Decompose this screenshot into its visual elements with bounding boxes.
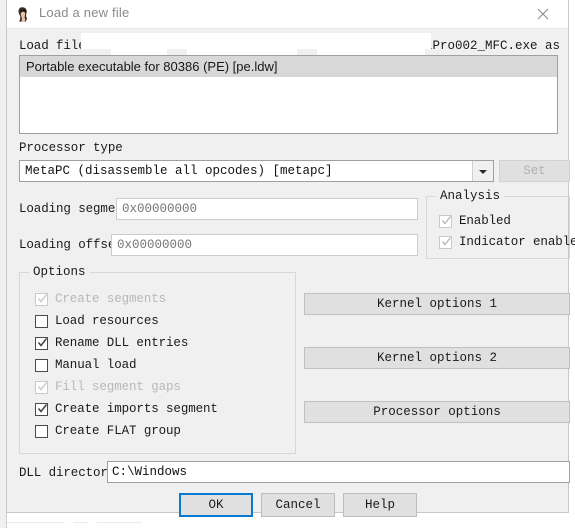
checkbox-label: Create imports segment	[55, 402, 218, 416]
dll-directory-label: DLL directory	[19, 466, 116, 480]
kernel-options-1-button[interactable]: Kernel options 1	[304, 293, 570, 315]
checkbox-box	[35, 380, 48, 394]
checkbox-load-resources[interactable]: Load resources	[35, 314, 159, 328]
list-item[interactable]: Portable executable for 80386 (PE) [pe.l…	[20, 56, 557, 77]
check-icon	[37, 403, 48, 413]
check-icon	[441, 236, 452, 246]
kernel-options-2-button[interactable]: Kernel options 2	[304, 347, 570, 369]
checkbox-label: Load resources	[55, 314, 159, 328]
check-icon	[37, 337, 48, 347]
set-button[interactable]: Set	[499, 160, 570, 182]
checkbox-analysis-indicator-enabled[interactable]: Indicator enabled	[439, 235, 575, 249]
close-icon[interactable]	[522, 0, 566, 27]
check-icon	[37, 293, 48, 303]
processor-type-select[interactable]: MetaPC (disassemble all opcodes) [metapc…	[19, 160, 494, 182]
background-window-text: ________ __ ______	[4, 512, 143, 526]
checkbox-label: Indicator enabled	[459, 235, 575, 249]
checkbox-box	[439, 235, 452, 249]
analysis-group: Analysis Enabled Indicator enabled	[426, 189, 575, 259]
options-group-title: Options	[29, 265, 90, 279]
help-button[interactable]: Help	[343, 493, 417, 517]
cancel-button[interactable]: Cancel	[261, 493, 335, 517]
loading-segment-label: Loading segment	[19, 202, 131, 216]
checkbox-fill-segment-gaps[interactable]: Fill segment gaps	[35, 380, 181, 394]
checkbox-label: Rename DLL entries	[55, 336, 189, 350]
checkbox-box	[35, 358, 48, 372]
checkbox-box	[35, 402, 48, 416]
dll-directory-input[interactable]	[107, 461, 570, 483]
checkbox-manual-load[interactable]: Manual load	[35, 358, 137, 372]
check-icon	[441, 215, 452, 225]
checkbox-box	[35, 292, 48, 306]
load-file-label: Load file	[19, 39, 86, 53]
checkbox-create-imports-segment[interactable]: Create imports segment	[35, 402, 218, 416]
options-group: Options Create segments Load resources R…	[19, 265, 296, 454]
dialog-title: Load a new file	[39, 5, 130, 20]
analysis-group-title: Analysis	[436, 189, 505, 203]
check-icon	[37, 381, 48, 391]
checkbox-label: Fill segment gaps	[55, 380, 181, 394]
loading-offset-input[interactable]	[111, 234, 418, 256]
file-format-list[interactable]: Portable executable for 80386 (PE) [pe.l…	[19, 55, 558, 134]
loading-segment-input[interactable]	[116, 198, 418, 220]
checkbox-label: Create segments	[55, 292, 167, 306]
dialog-titlebar: Load a new file	[7, 0, 568, 29]
load-new-file-dialog: Load a new file Load file \Debug\Pro002_…	[6, 0, 575, 517]
chevron-down-icon[interactable]	[472, 161, 493, 181]
checkbox-label: Manual load	[55, 358, 137, 372]
processor-options-button[interactable]: Processor options	[304, 401, 570, 423]
processor-type-label: Processor type	[19, 141, 123, 155]
loading-offset-label: Loading offset	[19, 238, 123, 252]
checkbox-rename-dll-entries[interactable]: Rename DLL entries	[35, 336, 188, 350]
checkbox-create-segments[interactable]: Create segments	[35, 292, 166, 306]
checkbox-box	[35, 314, 48, 328]
checkbox-create-flat-group[interactable]: Create FLAT group	[35, 424, 181, 438]
checkbox-analysis-enabled[interactable]: Enabled	[439, 214, 511, 228]
checkbox-box	[35, 336, 48, 350]
ida-logo-icon	[15, 5, 33, 23]
checkbox-box	[439, 214, 452, 228]
ok-button[interactable]: OK	[179, 493, 253, 517]
checkbox-label: Enabled	[459, 214, 511, 228]
processor-type-value: MetaPC (disassemble all opcodes) [metapc…	[25, 164, 333, 178]
path-redaction-block	[81, 33, 431, 49]
checkbox-label: Create FLAT group	[55, 424, 181, 438]
checkbox-box	[35, 424, 48, 438]
